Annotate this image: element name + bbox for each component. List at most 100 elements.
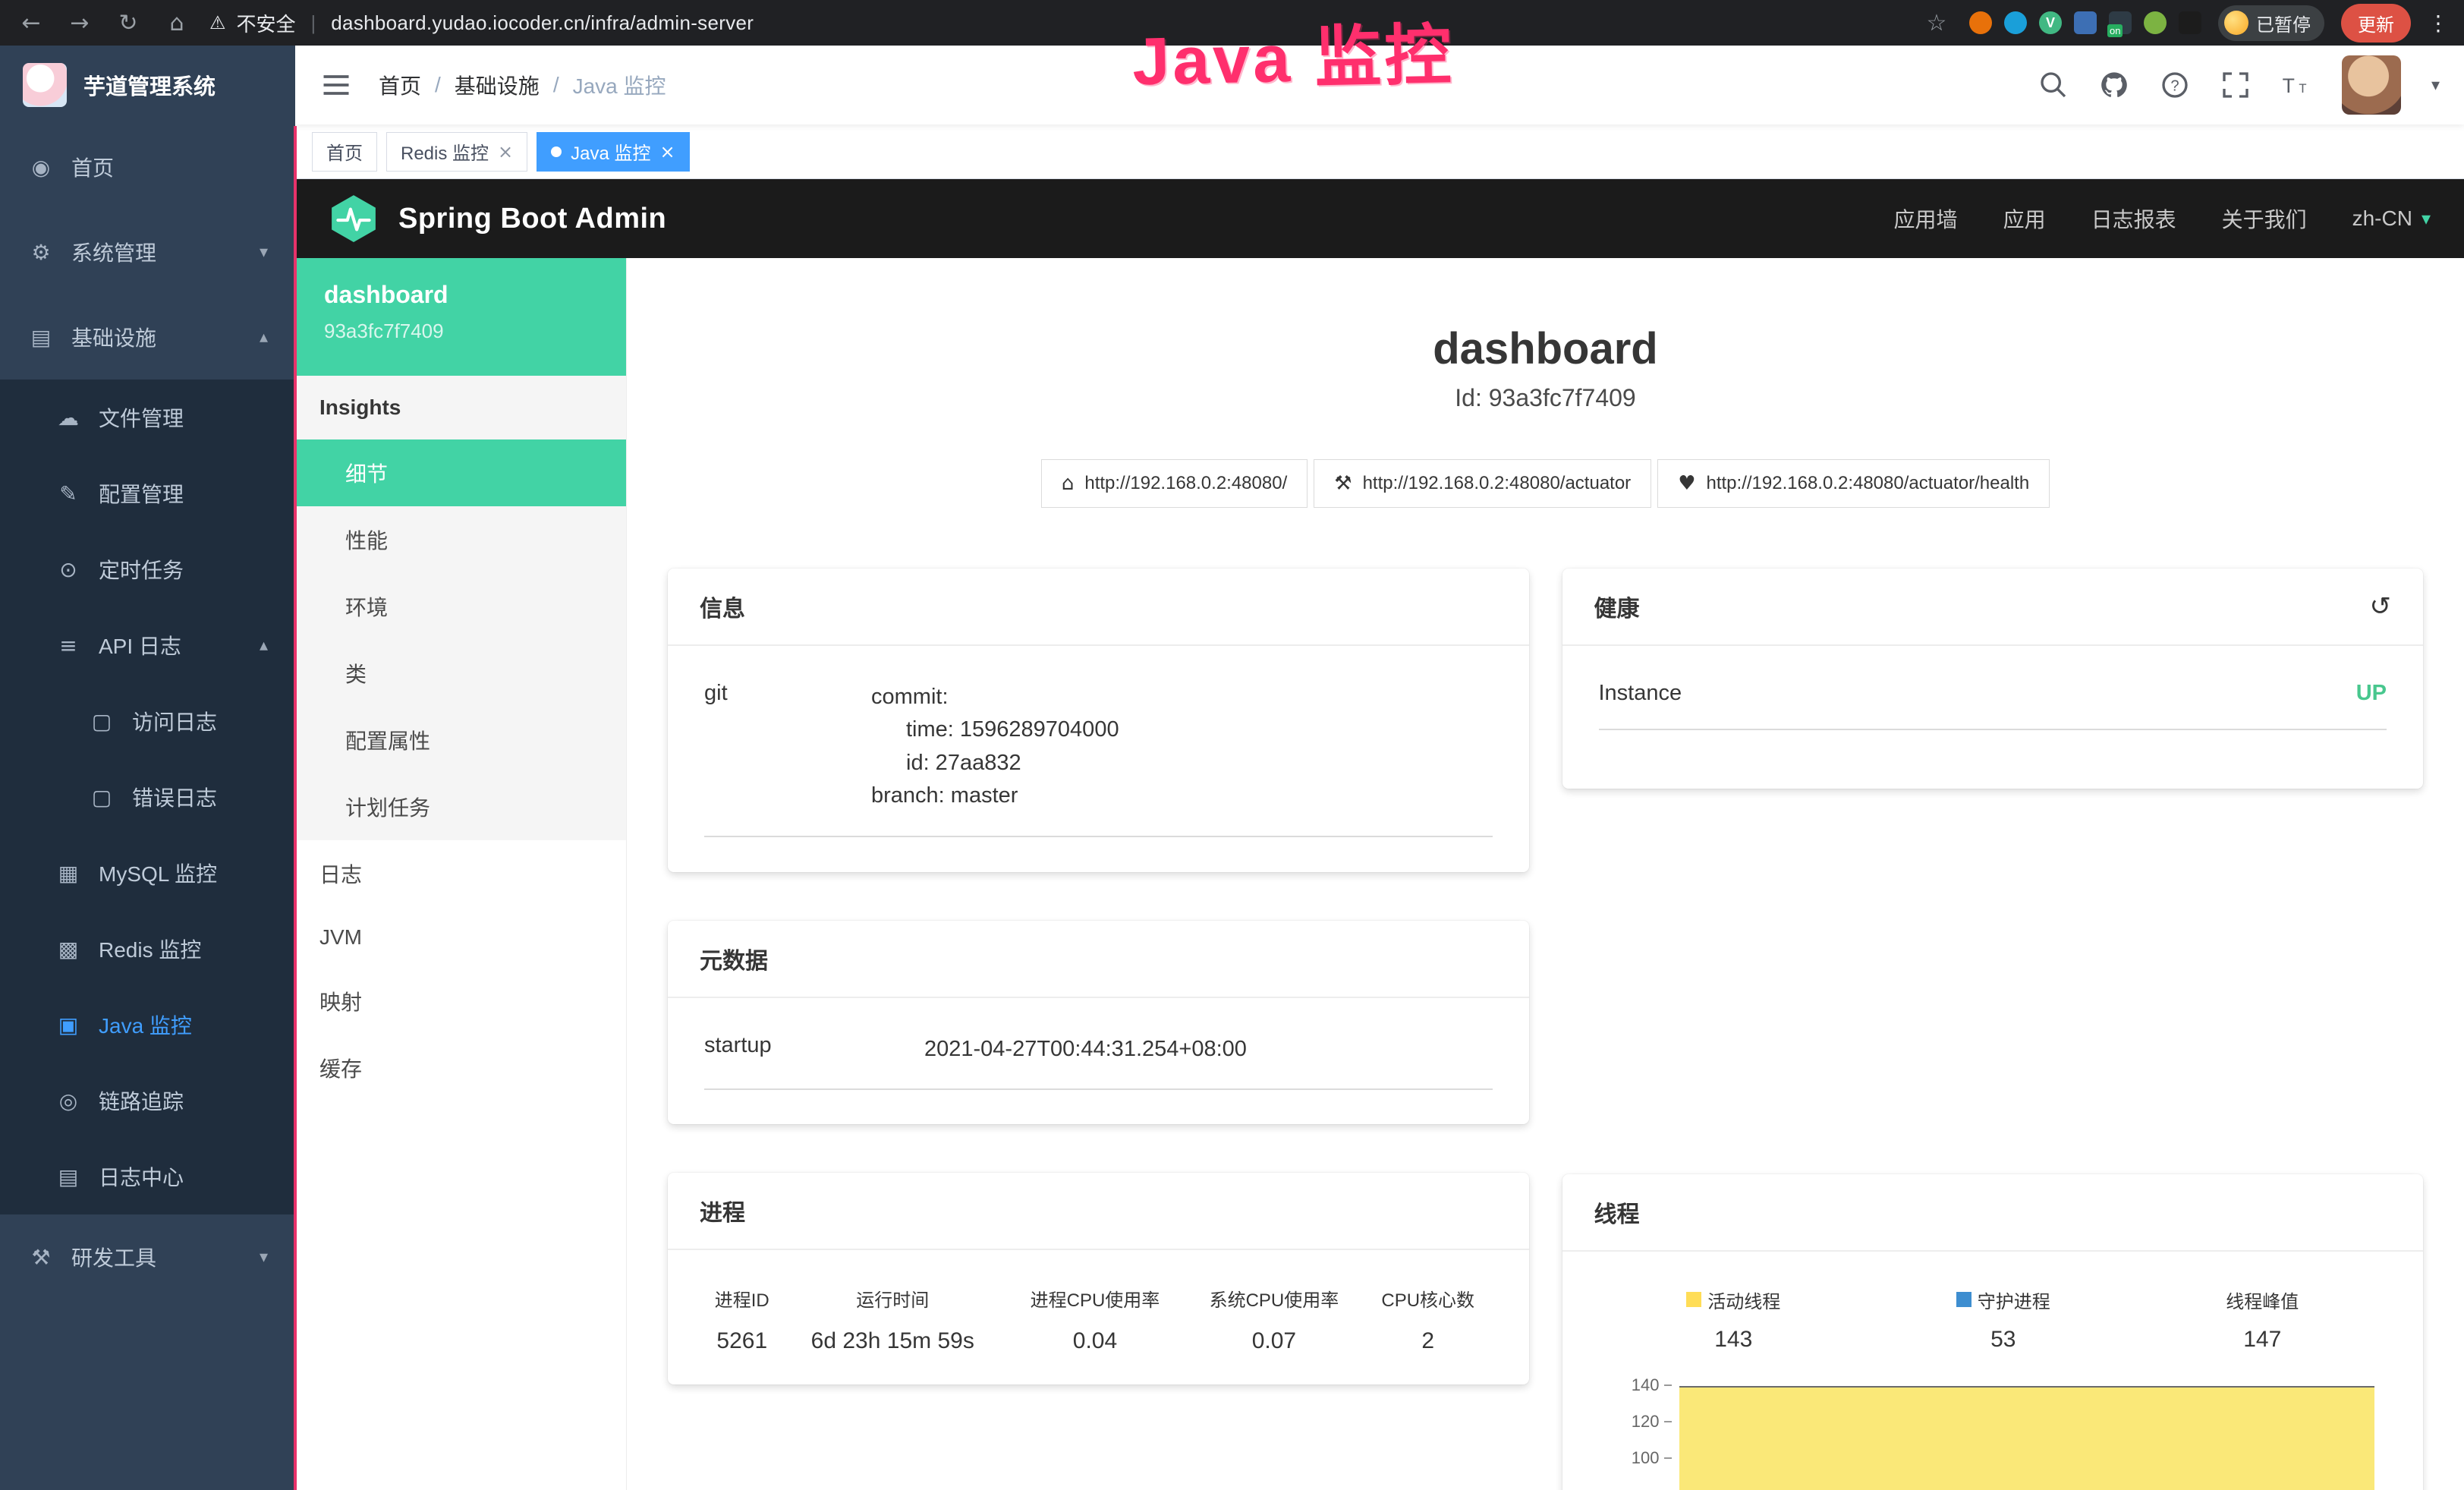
sba-sidebar: dashboard 93a3fc7f7409 Insights 细节 性能 环境… [295,258,627,1490]
sidebar-item-redis-monitor[interactable]: ▩ Redis 监控 [0,911,295,987]
github-icon[interactable] [2099,70,2129,100]
legend-daemon-threads: 守护进程 53 [1956,1287,2050,1353]
sba-nav-about[interactable]: 关于我们 [2222,203,2307,234]
app-logo-image [23,63,67,107]
proxy-extension-icon[interactable]: on [2109,11,2132,34]
process-table: 进程ID 运行时间 进程CPU使用率 系统CPU使用率 CPU核心数 [704,1285,1493,1354]
extension-icon[interactable] [2004,11,2027,34]
active-threads-area [1679,1386,2375,1490]
annotation-text: Java 监控 [1131,2,1455,105]
git-commit-line: commit: [871,681,1493,714]
sba-menu-environment[interactable]: 环境 [295,573,626,640]
extension-icon[interactable] [1969,11,1992,34]
card-title: 线程 [1562,1174,2424,1252]
forward-icon[interactable]: → [64,10,96,36]
fullscreen-icon[interactable] [2220,70,2251,100]
page-title: dashboard [627,325,2464,373]
tag-java-monitor[interactable]: Java 监控 × [537,132,689,172]
process-card-body: 进程ID 运行时间 进程CPU使用率 系统CPU使用率 CPU核心数 [668,1250,1529,1384]
search-icon[interactable] [2038,70,2069,100]
config-icon: ✎ [55,481,82,506]
sidebar-item-access-logs[interactable]: ▢ 访问日志 [0,683,295,759]
sidebar-item-file-management[interactable]: ☁ 文件管理 [0,380,295,455]
sidebar-item-link-tracing[interactable]: ◎ 链路追踪 [0,1063,295,1139]
sidebar-item-infrastructure[interactable]: ▤ 基础设施 ▴ [0,295,295,380]
breadcrumb-home[interactable]: 首页 [379,70,421,100]
dashboard-icon: ◉ [27,155,55,180]
reload-icon[interactable]: ↻ [112,10,144,36]
active-threads-value: 143 [1686,1327,1780,1353]
sba-menu-classes[interactable]: 类 [295,640,626,707]
instance-health-link[interactable]: ♥ http://192.168.0.2:48080/actuator/heal… [1657,459,2050,508]
user-avatar[interactable] [2342,55,2401,115]
security-label[interactable]: 不安全 [237,9,296,37]
sba-menu-scheduled-tasks[interactable]: 计划任务 [295,773,626,840]
sidebar-item-config-management[interactable]: ✎ 配置管理 [0,455,295,531]
avatar-caret-icon[interactable]: ▾ [2431,76,2440,95]
sidebar-item-api-logs[interactable]: ≡ API 日志 ▴ [0,607,295,683]
metadata-key: startup [704,1033,924,1066]
history-icon[interactable]: ↺ [2370,591,2392,622]
close-icon[interactable]: × [660,143,675,161]
browser-home-icon[interactable]: ⌂ [161,10,193,36]
browser-update-button[interactable]: 更新 [2341,4,2411,43]
sba-menu-metrics[interactable]: 性能 [295,506,626,573]
sba-menu-logs[interactable]: 日志 [295,840,626,907]
card-title: 健康 [1594,590,1640,623]
vue-devtools-icon[interactable]: V [2039,11,2062,34]
sidebar-item-dev-tools[interactable]: ⚒ 研发工具 ▾ [0,1214,295,1299]
sidebar-item-error-logs[interactable]: ▢ 错误日志 [0,759,295,835]
browser-menu-icon[interactable]: ⋮ [2428,11,2449,36]
process-values-row: 5261 6d 23h 15m 59s 0.04 0.07 2 [704,1328,1493,1354]
link-url: http://192.168.0.2:48080/actuator/health [1707,473,2030,494]
legend-label: 守护进程 [1978,1287,2050,1313]
tag-redis-monitor[interactable]: Redis 监控 × [386,132,527,172]
sidebar-item-system-management[interactable]: ⚙ 系统管理 ▾ [0,209,295,295]
emoji-face-icon [2224,11,2248,35]
warning-icon: ⚠ [209,12,226,33]
svg-text:?: ? [2170,78,2179,95]
sba-instance-header[interactable]: dashboard 93a3fc7f7409 [295,258,626,376]
sba-nav-wallboard[interactable]: 应用墙 [1894,203,1958,234]
threads-legend: 活动线程 143 守护进程 [1599,1287,2387,1353]
app-logo[interactable]: 芋道管理系统 [0,46,295,124]
sba-nav-applications[interactable]: 应用 [2003,203,2046,234]
sidebar-item-label: 文件管理 [99,402,184,433]
extension-icon[interactable] [2074,11,2097,34]
health-instance-row[interactable]: Instance UP [1599,681,2387,730]
instance-actuator-link[interactable]: ⚒ http://192.168.0.2:48080/actuator [1314,459,1651,508]
breadcrumb-infrastructure[interactable]: 基础设施 [455,70,540,100]
url-text[interactable]: dashboard.yudao.iocoder.cn/infra/admin-s… [331,11,754,35]
sba-menu-jvm[interactable]: JVM [295,907,626,968]
paused-extension-badge[interactable]: 已暂停 [2218,5,2324,41]
sba-nav-journal[interactable]: 日志报表 [2091,203,2176,234]
sidebar-item-java-monitor[interactable]: ▣ Java 监控 [0,987,295,1063]
help-icon[interactable]: ? [2160,70,2190,100]
sidebar-item-mysql-monitor[interactable]: ▦ MySQL 监控 [0,835,295,911]
sidebar-item-log-center[interactable]: ▤ 日志中心 [0,1139,295,1214]
chevron-down-icon: ▾ [2422,208,2431,229]
sba-menu-mappings[interactable]: 映射 [295,968,626,1035]
extension-icon[interactable] [2144,11,2167,34]
close-icon[interactable]: × [498,143,513,161]
daemon-threads-swatch [1956,1292,1972,1307]
sidebar-fold-icon[interactable] [319,68,353,102]
extension-icon[interactable] [2179,11,2201,34]
sba-menu-details[interactable]: 细节 [295,439,626,506]
sidebar-item-home[interactable]: ◉ 首页 [0,124,295,209]
sba-nav: 应用墙 应用 日志报表 关于我们 zh-CN ▾ [1894,203,2431,234]
heartbeat-icon: ♥ [1678,472,1695,495]
peak-threads-value: 147 [2226,1327,2299,1353]
font-size-icon[interactable]: T T [2281,70,2311,100]
sidebar-item-label: 首页 [71,152,114,182]
tag-home[interactable]: 首页 [312,132,377,172]
sba-locale-select[interactable]: zh-CN ▾ [2352,206,2431,231]
address-bar[interactable]: ⚠ 不安全 | dashboard.yudao.iocoder.cn/infra… [209,9,1904,37]
tools-icon: ⚒ [27,1245,55,1270]
back-icon[interactable]: ← [15,10,47,36]
bookmark-star-icon[interactable]: ☆ [1921,10,1953,36]
sba-menu-caches[interactable]: 缓存 [295,1035,626,1101]
instance-home-link[interactable]: ⌂ http://192.168.0.2:48080/ [1041,459,1308,508]
sidebar-item-scheduled-tasks[interactable]: ⊙ 定时任务 [0,531,295,607]
sba-menu-config-props[interactable]: 配置属性 [295,707,626,773]
